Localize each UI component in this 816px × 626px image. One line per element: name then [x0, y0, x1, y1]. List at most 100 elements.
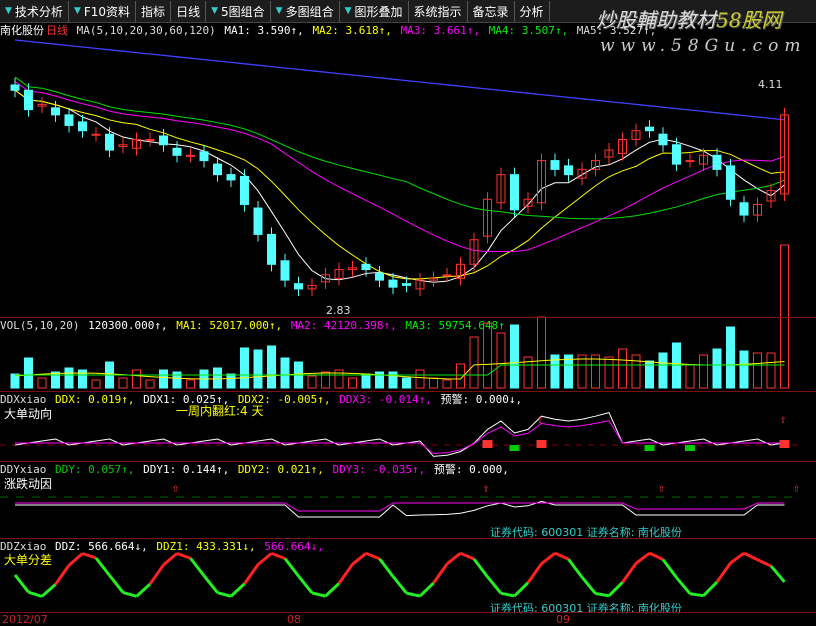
ddx-bar — [536, 440, 547, 448]
ddz-segment — [513, 581, 530, 598]
ddx-line — [14, 412, 785, 457]
candle-body — [91, 133, 101, 136]
ddz-segment — [311, 591, 326, 598]
ddz-segment — [189, 557, 206, 577]
vol-ma2: MA2: 42120.398↑, — [290, 319, 397, 332]
ddz-segment — [68, 552, 84, 567]
candle-body — [105, 133, 114, 151]
warning-arrow-icon: ⇧ — [793, 481, 800, 495]
candle-body — [645, 126, 654, 132]
volume-bar — [226, 373, 236, 389]
ddy1-value: DDY1: 0.144↑, — [143, 463, 230, 476]
ddx-bar — [685, 445, 695, 451]
volume-bar — [510, 324, 519, 389]
ddz-segment — [567, 558, 584, 579]
volume-bar — [213, 367, 222, 389]
candle-body — [739, 202, 749, 216]
volume-bar — [51, 371, 60, 389]
ddz-segment — [432, 563, 449, 584]
candle-body — [186, 154, 195, 157]
volume-bar — [253, 349, 263, 389]
ddz-segment — [459, 551, 475, 561]
ddx-note: 一周内翻红:4 天 — [176, 404, 264, 418]
ddz-segment — [324, 582, 341, 598]
ddz-segment — [554, 551, 570, 561]
ddx-title: 大单动向 — [4, 407, 53, 421]
volume-bar — [91, 379, 101, 389]
volume-bar — [591, 354, 600, 389]
volume-bar — [577, 354, 587, 389]
high-price-label: 4.11 — [758, 78, 783, 91]
candle-body — [550, 160, 560, 170]
ddz-segment — [635, 551, 651, 565]
candle-body — [280, 260, 290, 281]
volume-bar — [118, 377, 128, 389]
candle-body — [267, 233, 276, 265]
ddz-segment — [580, 576, 597, 595]
candle-body — [510, 174, 519, 211]
ddz-segment — [270, 551, 286, 560]
ddz-segment — [351, 552, 367, 566]
ddz-segment — [82, 552, 97, 560]
volume-bar — [159, 369, 168, 389]
volume-bar — [415, 369, 425, 389]
candle-body — [213, 163, 222, 176]
candle-body — [24, 89, 33, 111]
ddz-segment — [378, 557, 395, 578]
volume-bar — [618, 348, 627, 389]
ddz-segment — [406, 591, 421, 598]
vol-value: 120300.000↑, — [88, 319, 168, 332]
volume-bar — [361, 373, 371, 389]
ddz-segment — [54, 564, 71, 586]
volume-bar — [172, 371, 182, 389]
date-label: 08 — [287, 613, 301, 626]
ddz-segment — [418, 581, 435, 598]
ddz-segment — [229, 582, 246, 598]
ddz-segment — [715, 562, 732, 583]
ddz-segment — [365, 551, 381, 561]
ddz-segment — [283, 557, 300, 578]
candle-body — [658, 133, 668, 146]
vol-name: VOL(5,10,20) — [0, 319, 80, 332]
candle-body — [672, 144, 681, 165]
candle-body — [388, 279, 398, 288]
ddz-segment — [217, 591, 232, 598]
ddz-segment — [162, 552, 178, 567]
ddz-segment — [729, 551, 745, 565]
ddz-segment — [297, 575, 314, 594]
volume-bar — [658, 352, 668, 389]
volume-bar — [469, 336, 479, 389]
volume-bar — [442, 379, 452, 389]
candle-body — [226, 174, 236, 181]
volume-bar — [631, 354, 641, 389]
chart-canvas[interactable]: ⇧ ⇧ ⇧ ⇧ ⇧ ⇧ — [0, 0, 816, 626]
ddz-segment — [648, 551, 664, 561]
volume-bar — [699, 354, 708, 389]
ddz-segment — [13, 574, 30, 594]
candle-body — [361, 263, 371, 271]
ma30-line — [14, 76, 785, 220]
volume-bar — [402, 377, 411, 389]
volume-bar — [64, 367, 74, 389]
ddy3-value: DDY3: -0.035↑, — [332, 463, 426, 476]
volume-bar — [712, 348, 722, 389]
volume-bar — [685, 364, 695, 389]
ddz-segment — [689, 592, 704, 598]
low-price-label: 2.83 — [326, 304, 351, 317]
divider — [0, 538, 816, 539]
ddz-segment — [621, 562, 638, 584]
ddz-segment — [122, 591, 137, 598]
candle-body — [145, 138, 155, 141]
ddz2-value: 566.664↓, — [264, 540, 324, 553]
warning-arrow-icon: ⇧ — [483, 481, 490, 495]
ddz-segment — [391, 575, 408, 595]
ddz-segment — [702, 580, 719, 597]
volume-bar — [132, 369, 141, 389]
date-label: 09 — [556, 613, 570, 626]
candle-body — [564, 165, 573, 176]
ddx-bar — [509, 445, 520, 451]
ddz-segment — [486, 575, 503, 595]
date-label: 2012/07 — [2, 613, 48, 626]
vol-ma3: MA3: 59754.648↑ — [405, 319, 505, 332]
ddz-segment — [540, 551, 556, 565]
